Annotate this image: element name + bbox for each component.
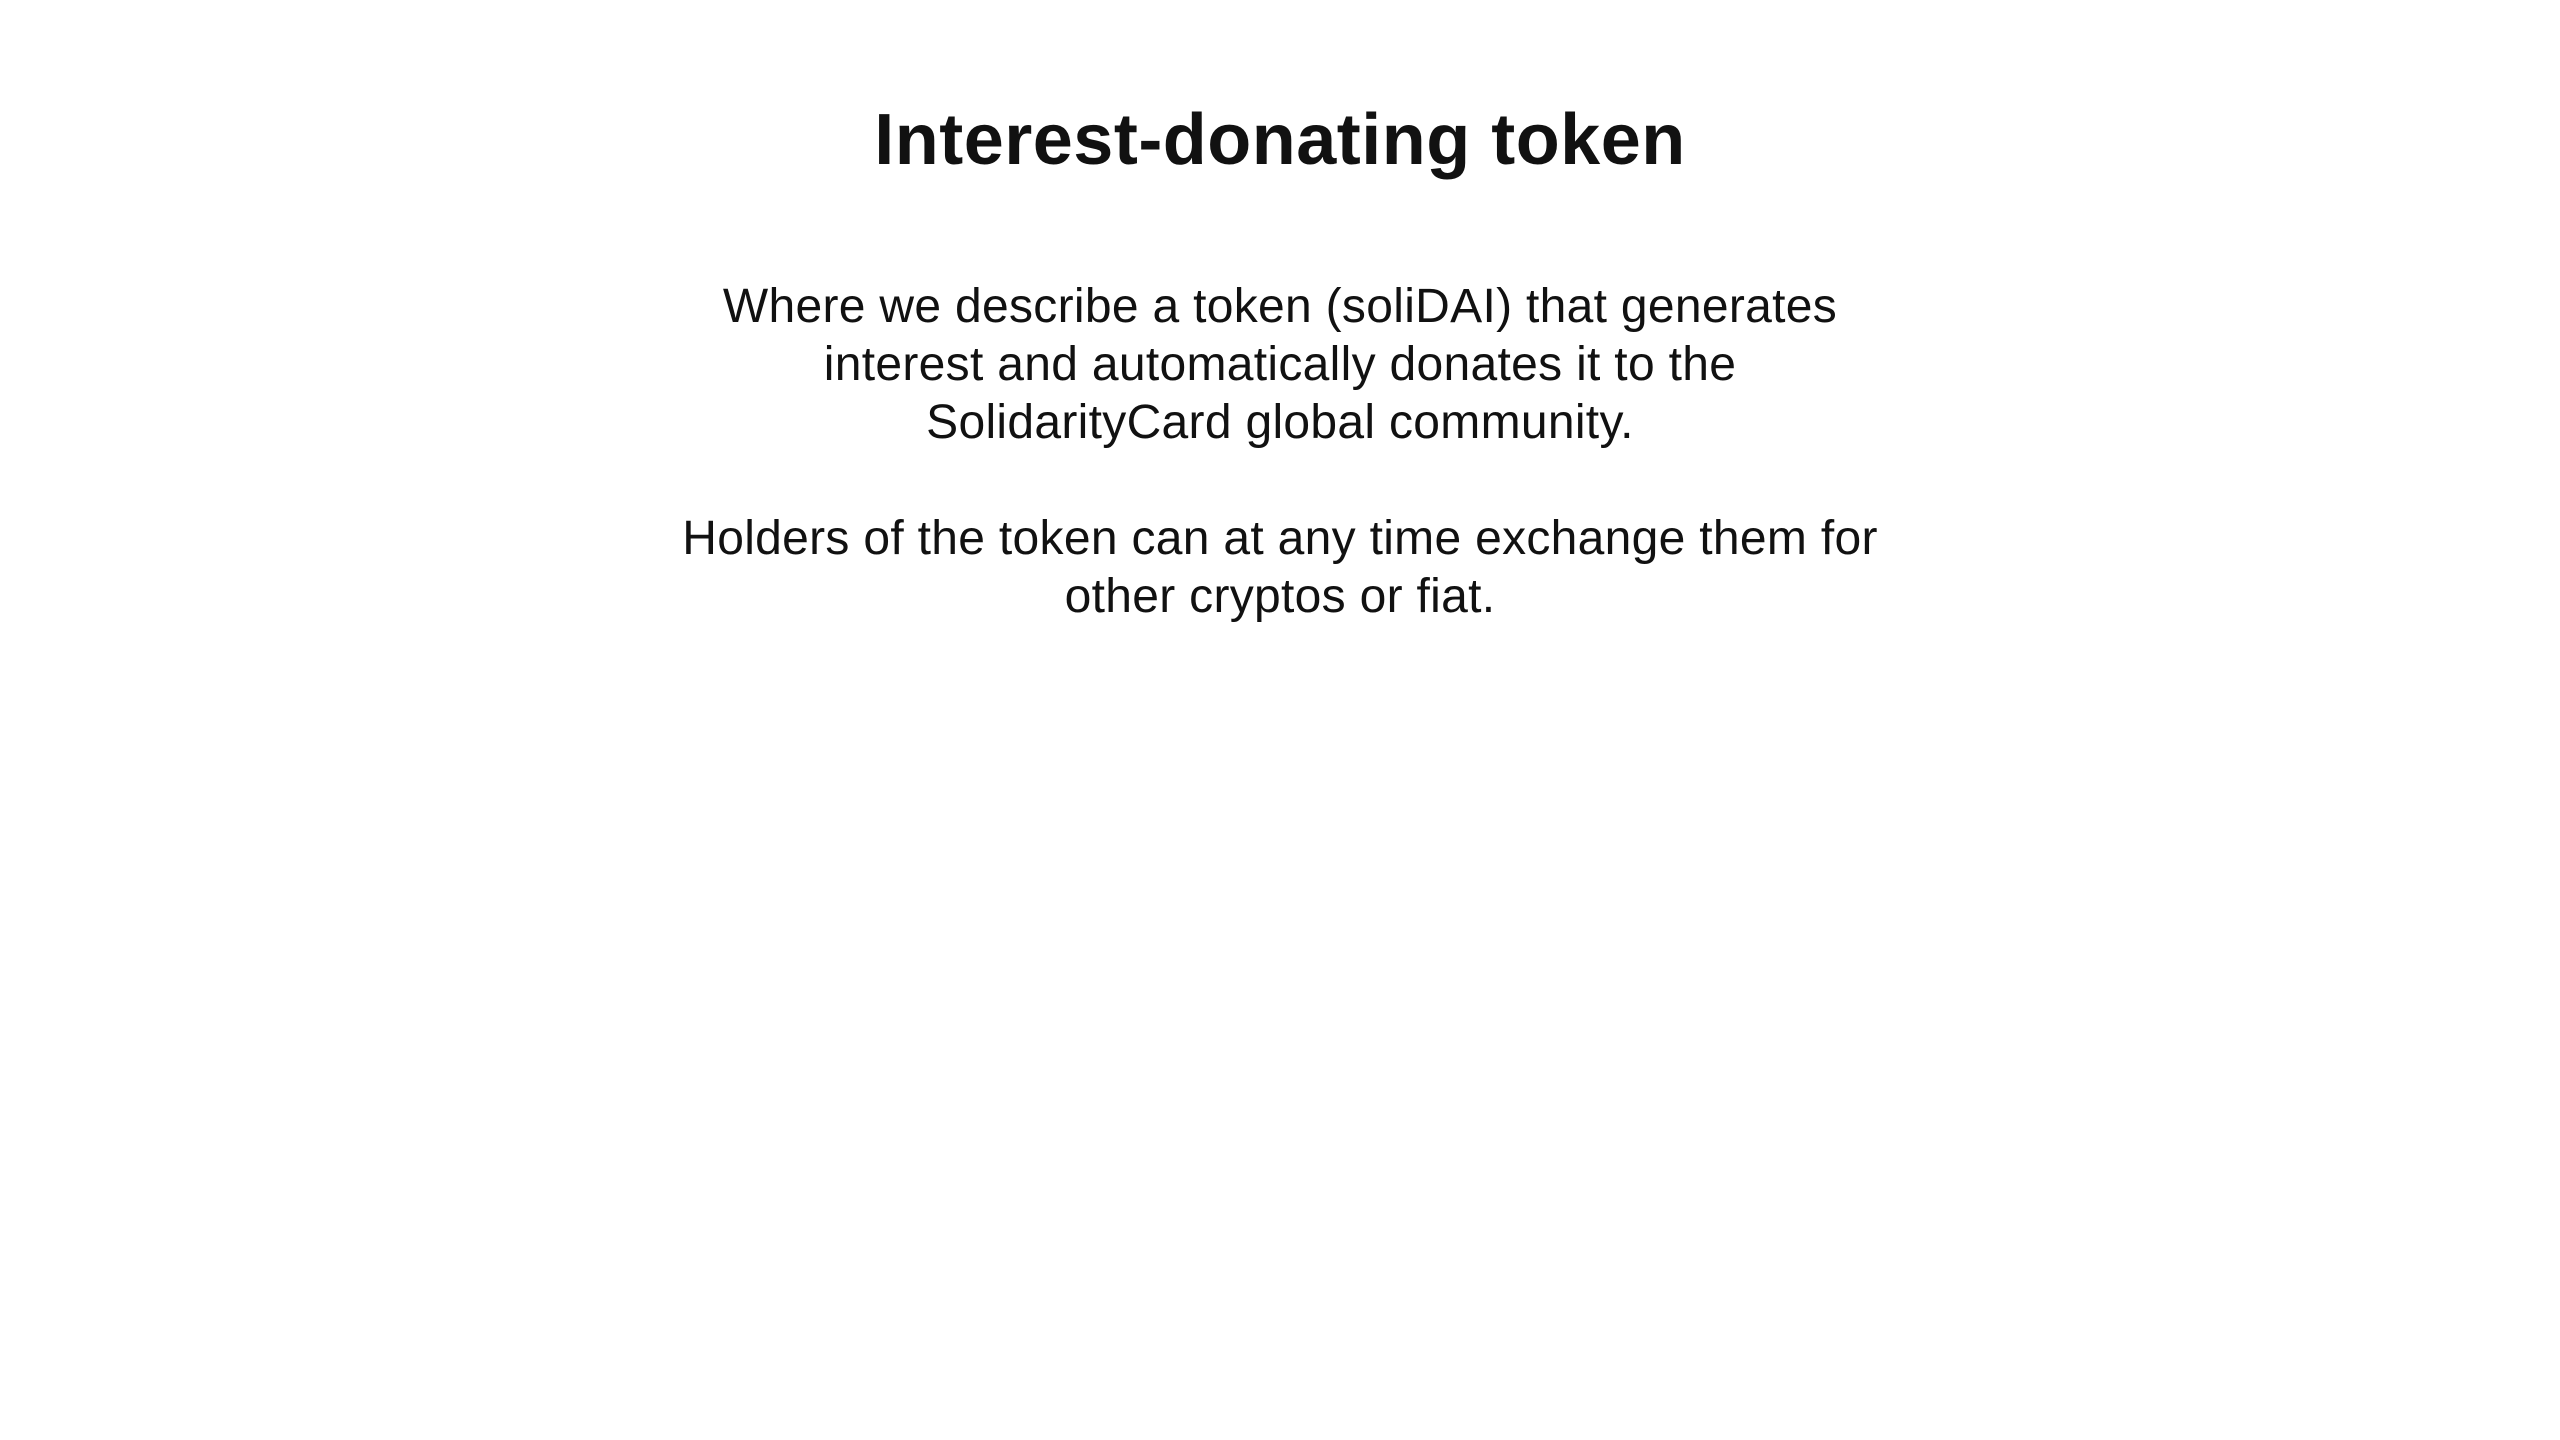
slide: Interest-donating token Where we describ… [0, 0, 2560, 1440]
slide-body: Where we describe a token (soliDAI) that… [620, 278, 1940, 626]
page-title: Interest-donating token [874, 100, 1686, 180]
description-paragraph: Where we describe a token (soliDAI) that… [722, 280, 1838, 449]
exchange-paragraph: Holders of the token can at any time exc… [682, 512, 1878, 623]
